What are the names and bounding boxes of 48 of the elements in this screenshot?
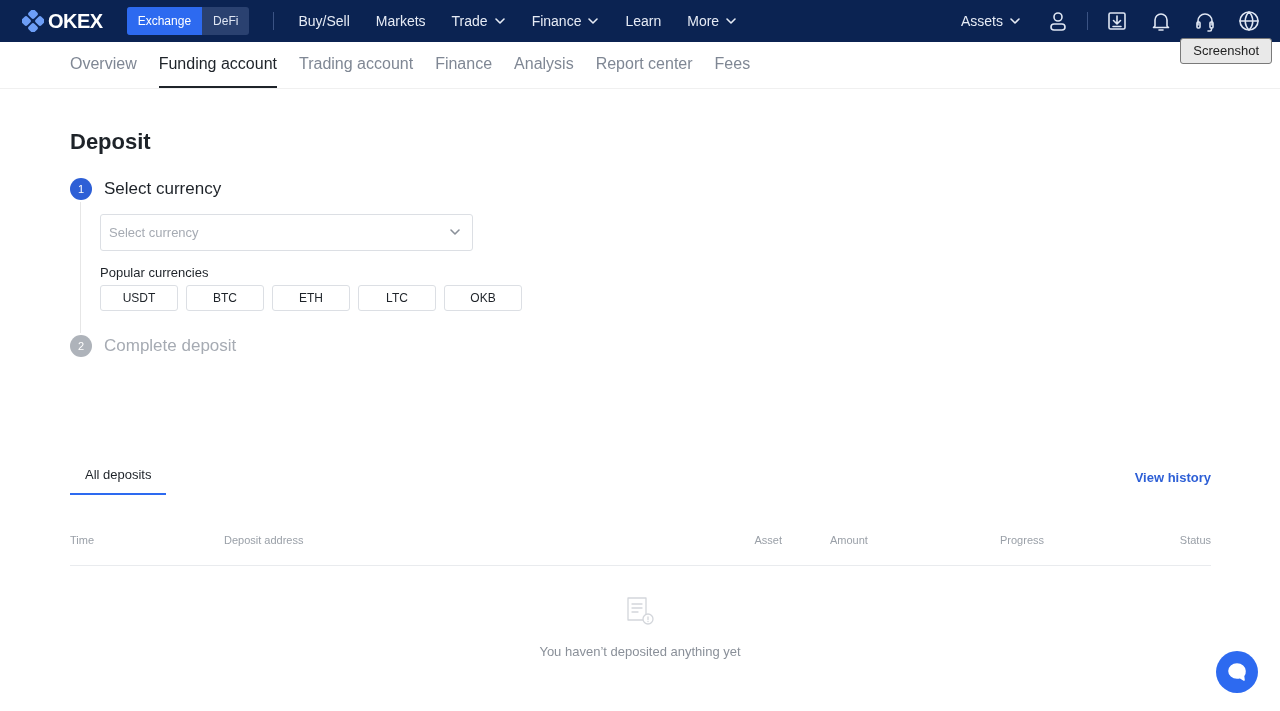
column-header: Status — [1179, 534, 1211, 546]
chat-button[interactable] — [1216, 651, 1258, 693]
column-header: Deposit address — [224, 534, 304, 546]
download-icon[interactable] — [1106, 10, 1128, 32]
column-header: Asset — [754, 534, 782, 546]
nav-link[interactable]: Buy/Sell — [298, 10, 350, 32]
nav-link[interactable]: Learn — [625, 10, 662, 32]
nav-link[interactable]: Finance — [531, 10, 600, 32]
nav-link[interactable]: Markets — [375, 10, 426, 32]
currency-button[interactable]: ETH — [272, 285, 350, 311]
currency-button[interactable]: USDT — [100, 285, 178, 311]
account-tab[interactable]: Trading account — [299, 41, 414, 88]
step-title: Select currency — [104, 178, 222, 200]
column-header: Progress — [1000, 534, 1045, 546]
currency-button[interactable]: OKB — [444, 285, 522, 311]
nav-link[interactable]: More — [687, 10, 738, 32]
deposits-tab[interactable]: All deposits — [70, 464, 167, 495]
currency-select[interactable]: Select currency — [100, 213, 473, 251]
account-tab[interactable]: Analysis — [514, 41, 574, 88]
headset-icon[interactable] — [1194, 10, 1216, 32]
logo-icon — [22, 10, 44, 32]
page-title: Deposit — [70, 128, 152, 156]
chat-bubble-icon — [1226, 661, 1248, 683]
assets-menu[interactable]: Assets — [961, 10, 1021, 32]
bell-icon[interactable] — [1150, 10, 1172, 32]
popular-currencies-label: Popular currencies — [100, 263, 210, 282]
column-header: Amount — [830, 534, 868, 546]
logo-text: OKEX — [48, 9, 103, 34]
account-tab[interactable]: Overview — [70, 41, 137, 88]
empty-document-icon — [625, 595, 655, 626]
account-tab[interactable]: Finance — [435, 41, 493, 88]
step-number: 2 — [70, 334, 92, 357]
nav-link[interactable]: Trade — [451, 10, 506, 32]
account-tab[interactable]: Fees — [714, 41, 751, 88]
empty-message: You haven’t deposited anything yet — [539, 642, 741, 661]
tooltip: Screenshot — [1180, 38, 1272, 64]
account-tab[interactable]: Report center — [595, 41, 693, 88]
mode-toggle[interactable]: Exchange — [126, 7, 203, 35]
step-number: 1 — [70, 177, 92, 200]
column-header: Time — [70, 534, 95, 546]
globe-icon[interactable] — [1238, 10, 1260, 32]
step-title: Complete deposit — [104, 335, 237, 357]
view-history-link[interactable]: View history — [1134, 467, 1211, 487]
currency-button[interactable]: BTC — [186, 285, 264, 311]
mode-toggle[interactable]: DeFi — [202, 7, 250, 35]
account-tab[interactable]: Funding account — [158, 41, 277, 88]
user-icon[interactable] — [1047, 10, 1069, 32]
currency-button[interactable]: LTC — [358, 285, 436, 311]
